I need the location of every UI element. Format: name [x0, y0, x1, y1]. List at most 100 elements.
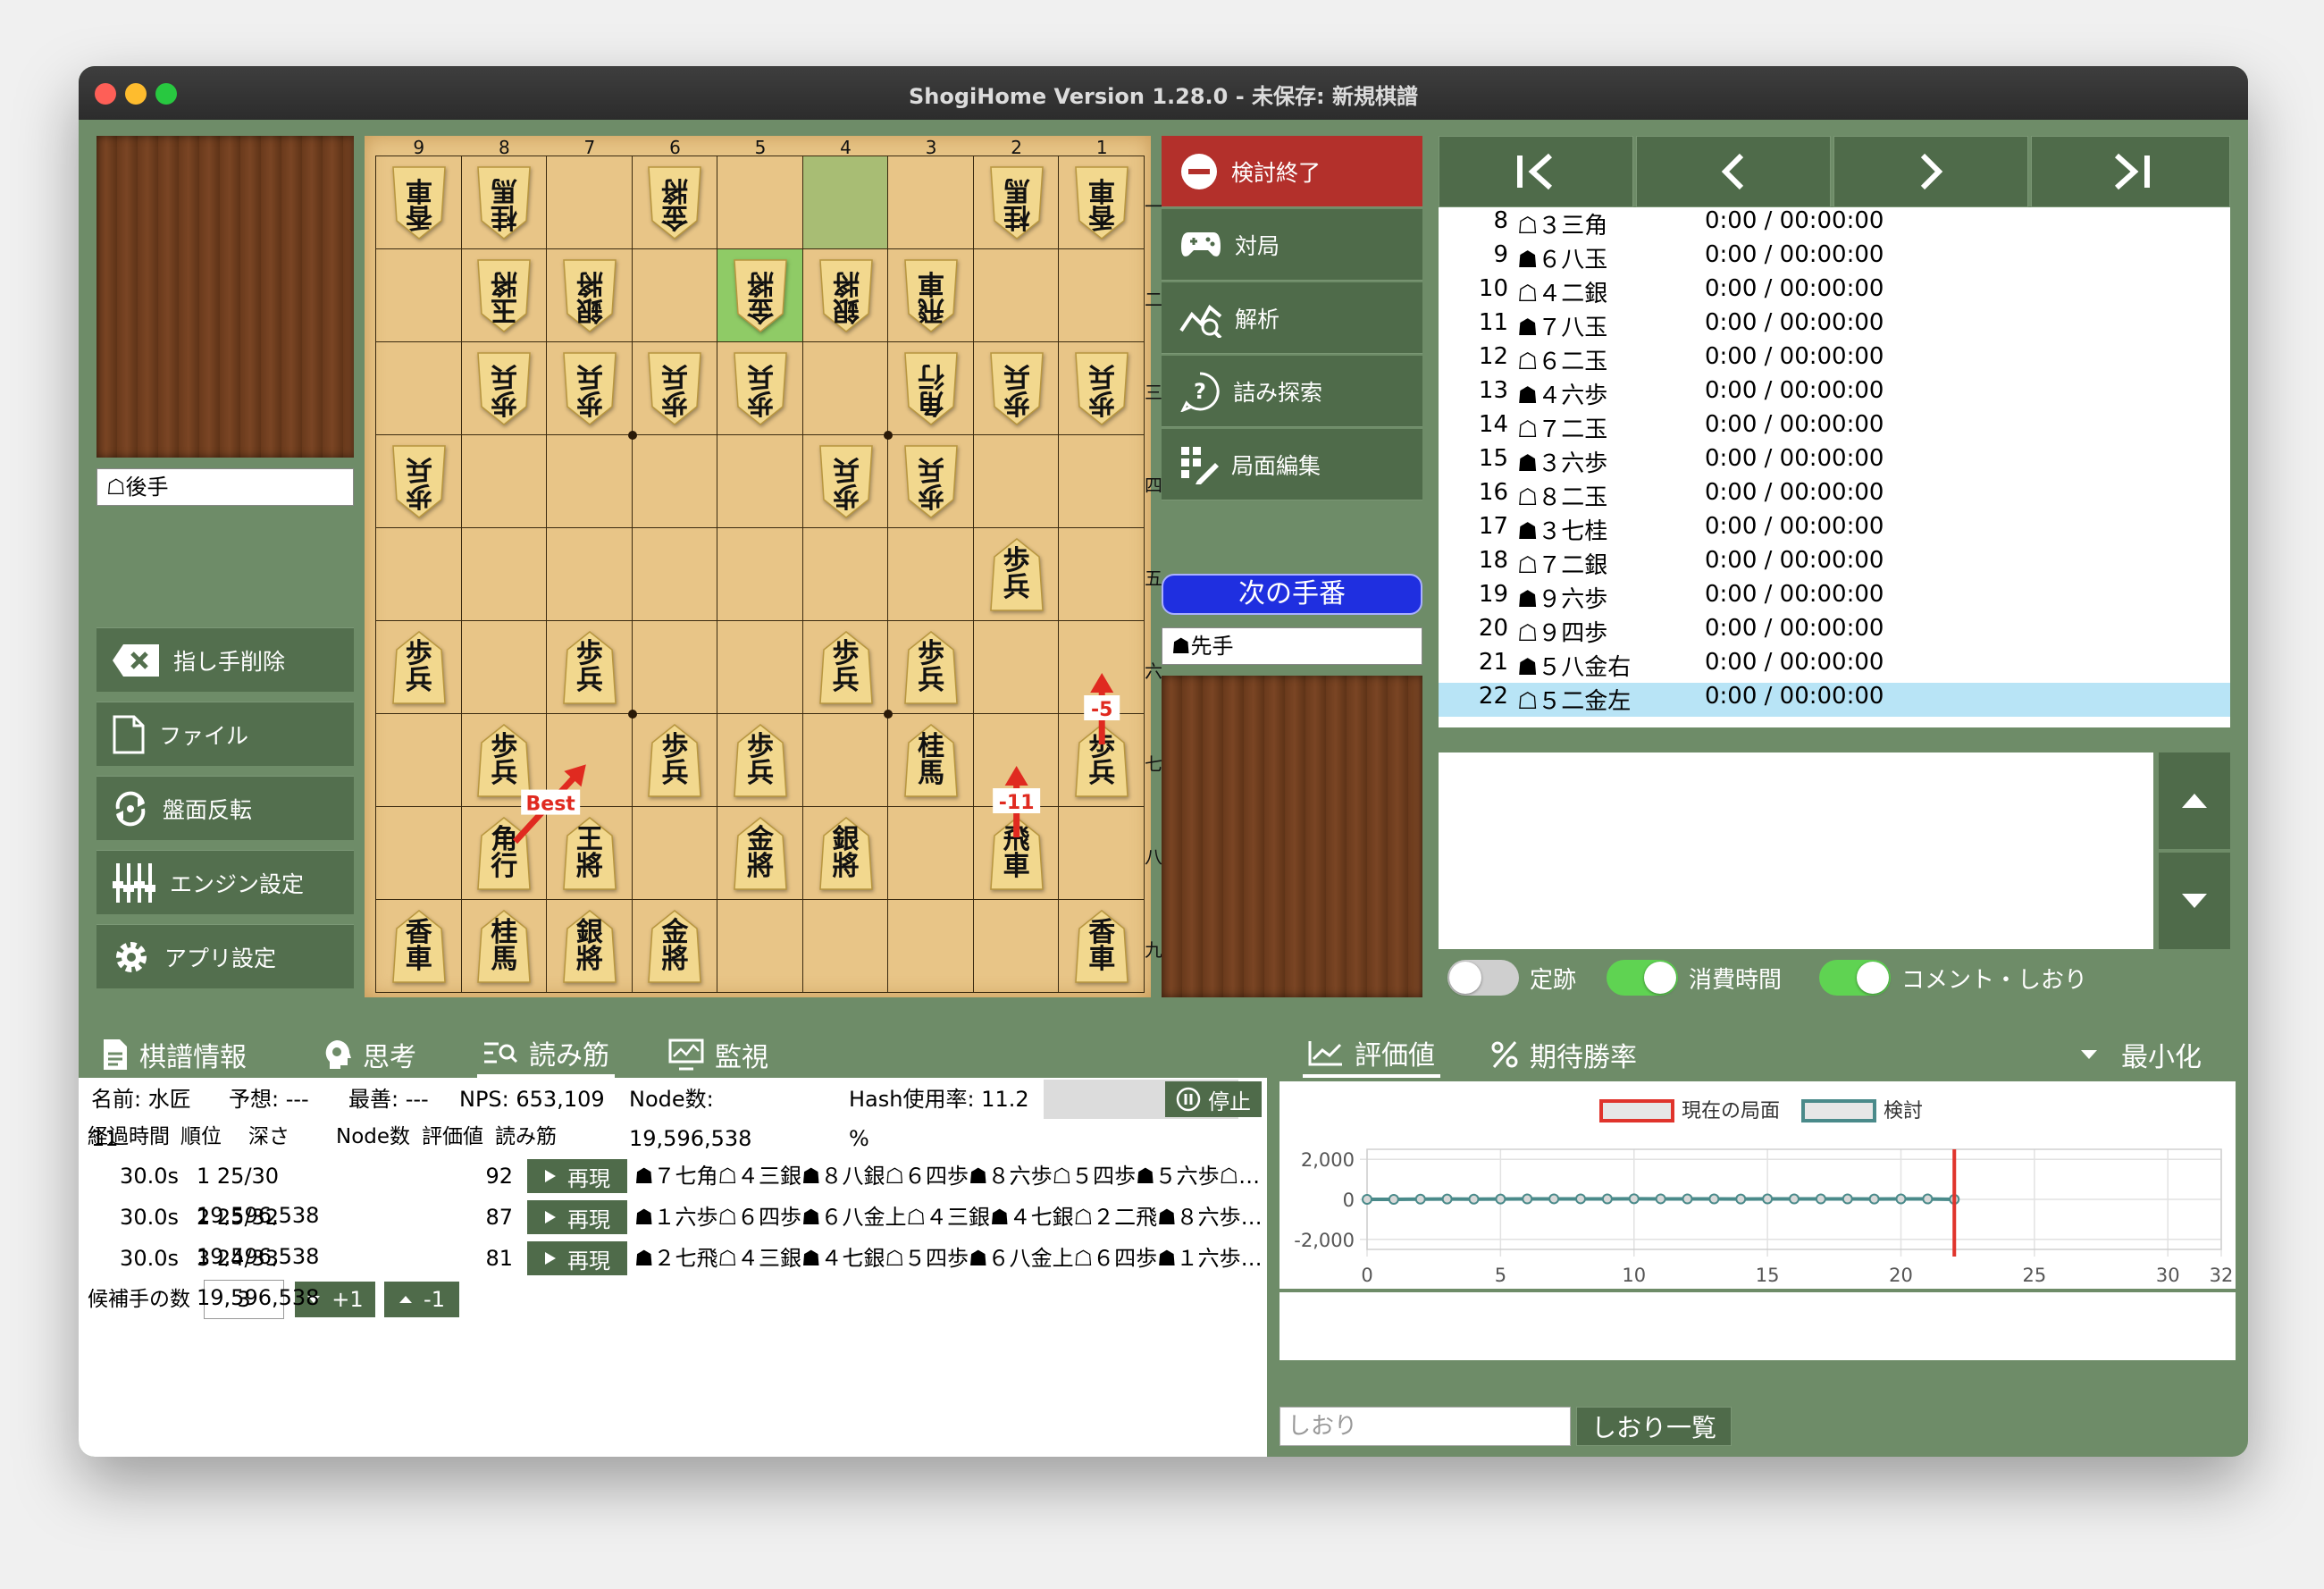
sente-hand-area[interactable]	[1162, 676, 1422, 997]
shogi-piece[interactable]: 歩兵	[474, 351, 533, 426]
series-point[interactable]	[1868, 1193, 1880, 1205]
shogi-piece[interactable]: 銀將	[817, 258, 876, 333]
candidate-minus-button[interactable]: -1	[384, 1282, 459, 1317]
board-cell[interactable]	[888, 528, 974, 621]
shogi-piece[interactable]: 歩兵	[731, 723, 790, 798]
shogi-piece[interactable]: 歩兵	[390, 630, 449, 705]
move-row[interactable]: 18 ☖７二銀 0:00 / 00:00:00	[1439, 547, 2230, 581]
shogi-piece[interactable]: 歩兵	[817, 444, 876, 519]
board-cell[interactable]	[547, 714, 633, 807]
tab-thinking[interactable]: 思考	[322, 1031, 416, 1078]
comment-scroll-down-button[interactable]	[2159, 853, 2230, 949]
shogi-piece[interactable]: 歩兵	[1072, 351, 1131, 426]
bookmark-input[interactable]: しおり	[1279, 1407, 1571, 1446]
board-cell[interactable]	[973, 714, 1060, 807]
series-point[interactable]	[1468, 1193, 1480, 1205]
board-cell[interactable]	[547, 435, 633, 528]
analysis-button[interactable]: 解析	[1162, 282, 1422, 354]
series-point[interactable]	[1815, 1193, 1826, 1205]
shogi-piece[interactable]: 角行	[902, 351, 961, 426]
shogi-piece[interactable]: 歩兵	[902, 630, 961, 705]
series-point[interactable]	[1789, 1193, 1800, 1205]
stop-engine-button[interactable]: 停止	[1165, 1081, 1262, 1117]
board-cell[interactable]	[376, 528, 462, 621]
shogi-board[interactable]: 987654321一二三四五六七八九香車桂馬金將桂馬香車玉將銀將金將銀將飛車歩兵…	[365, 136, 1162, 997]
elapsed-time-switch[interactable]	[1607, 960, 1678, 996]
engine-settings-button[interactable]: エンジン設定	[96, 850, 354, 914]
move-row[interactable]: 20 ☖９四歩 0:00 / 00:00:00	[1439, 615, 2230, 649]
series-point[interactable]	[1441, 1193, 1453, 1205]
shogi-piece[interactable]: 金將	[645, 165, 704, 240]
series-point[interactable]	[1708, 1193, 1720, 1205]
shogi-piece[interactable]: 歩兵	[1072, 723, 1131, 798]
board-cell[interactable]	[1059, 807, 1145, 900]
shogi-piece[interactable]: 歩兵	[474, 723, 533, 798]
game-button[interactable]: 対局	[1162, 209, 1422, 281]
move-row[interactable]: 17 ☗３七桂 0:00 / 00:00:00	[1439, 513, 2230, 547]
move-row[interactable]: 10 ☖４二銀 0:00 / 00:00:00	[1439, 275, 2230, 309]
delete-move-button[interactable]: 指し手削除	[96, 627, 354, 692]
move-row[interactable]: 19 ☗９六歩 0:00 / 00:00:00	[1439, 581, 2230, 615]
series-point[interactable]	[1922, 1193, 1934, 1205]
shogi-piece[interactable]: 香車	[1072, 909, 1131, 984]
comment-bookmark-switch[interactable]	[1819, 960, 1891, 996]
shogi-piece[interactable]: 桂馬	[987, 165, 1046, 240]
board-cell[interactable]	[717, 528, 803, 621]
board-cell[interactable]	[376, 342, 462, 435]
shogi-piece[interactable]: 金將	[645, 909, 704, 984]
shogi-piece[interactable]: 歩兵	[987, 351, 1046, 426]
series-point[interactable]	[1895, 1193, 1907, 1205]
shogi-piece[interactable]: 歩兵	[731, 351, 790, 426]
board-cell[interactable]	[1059, 528, 1145, 621]
series-point[interactable]	[1601, 1193, 1613, 1205]
go-first-button[interactable]	[1439, 136, 1633, 207]
shogi-piece[interactable]: 銀將	[817, 816, 876, 891]
comment-textarea[interactable]	[1439, 752, 2153, 949]
shogi-piece[interactable]: 飛車	[987, 816, 1046, 891]
shogi-piece[interactable]: 歩兵	[817, 630, 876, 705]
move-row[interactable]: 15 ☗３六歩 0:00 / 00:00:00	[1439, 445, 2230, 479]
board-cell[interactable]	[1059, 621, 1145, 714]
series-point[interactable]	[1628, 1193, 1640, 1205]
gote-hand-area[interactable]	[96, 136, 354, 458]
series-point[interactable]	[1362, 1194, 1372, 1205]
move-row[interactable]: 22 ☖５二金左 0:00 / 00:00:00	[1439, 683, 2230, 717]
board-cell[interactable]	[802, 900, 889, 993]
board-cell[interactable]	[632, 807, 718, 900]
shogi-piece[interactable]: 金將	[731, 816, 790, 891]
board-grid[interactable]: 987654321一二三四五六七八九香車桂馬金將桂馬香車玉將銀將金將銀將飛車歩兵…	[375, 137, 1162, 993]
shogi-piece[interactable]: 香車	[1072, 165, 1131, 240]
move-row[interactable]: 12 ☖６二玉 0:00 / 00:00:00	[1439, 343, 2230, 377]
minimize-panel-button[interactable]: 最小化	[2080, 1031, 2202, 1078]
tab-win-rate[interactable]: 期待勝率	[1490, 1031, 1637, 1078]
series-point[interactable]	[1548, 1193, 1560, 1205]
shogi-piece[interactable]: 飛車	[902, 258, 961, 333]
board-cell[interactable]	[717, 900, 803, 993]
board-cell[interactable]	[461, 621, 548, 714]
bookmark-list-button[interactable]: しおり一覧	[1576, 1407, 1732, 1446]
board-cell[interactable]	[461, 528, 548, 621]
shogi-piece[interactable]: 金將	[731, 258, 790, 333]
move-row[interactable]: 11 ☗７八玉 0:00 / 00:00:00	[1439, 309, 2230, 343]
move-row[interactable]: 13 ☗４六歩 0:00 / 00:00:00	[1439, 377, 2230, 411]
shogi-piece[interactable]: 桂馬	[474, 165, 533, 240]
shogi-piece[interactable]: 銀將	[560, 258, 619, 333]
tab-pv[interactable]: 読み筋	[477, 1031, 615, 1078]
move-row[interactable]: 8 ☖３三角 0:00 / 00:00:00	[1439, 207, 2230, 241]
tab-evaluation[interactable]: 評価値	[1303, 1031, 1440, 1078]
shogi-piece[interactable]: 香車	[390, 909, 449, 984]
app-settings-button[interactable]: アプリ設定	[96, 924, 354, 988]
go-last-button[interactable]	[2031, 136, 2230, 207]
comment-scroll-up-button[interactable]	[2159, 752, 2230, 849]
board-cell[interactable]	[802, 156, 889, 249]
board-cell[interactable]	[802, 528, 889, 621]
board-cell[interactable]	[888, 156, 974, 249]
tab-monitor[interactable]: 監視	[668, 1031, 768, 1078]
board-cell[interactable]	[632, 528, 718, 621]
move-row[interactable]: 21 ☗５八金右 0:00 / 00:00:00	[1439, 649, 2230, 683]
series-point[interactable]	[1735, 1193, 1747, 1205]
tab-record-info[interactable]: 棋譜情報	[102, 1031, 247, 1078]
series-point[interactable]	[1842, 1193, 1853, 1205]
toggle-joseki[interactable]: 定跡	[1447, 958, 1576, 997]
series-point[interactable]	[1414, 1193, 1426, 1205]
